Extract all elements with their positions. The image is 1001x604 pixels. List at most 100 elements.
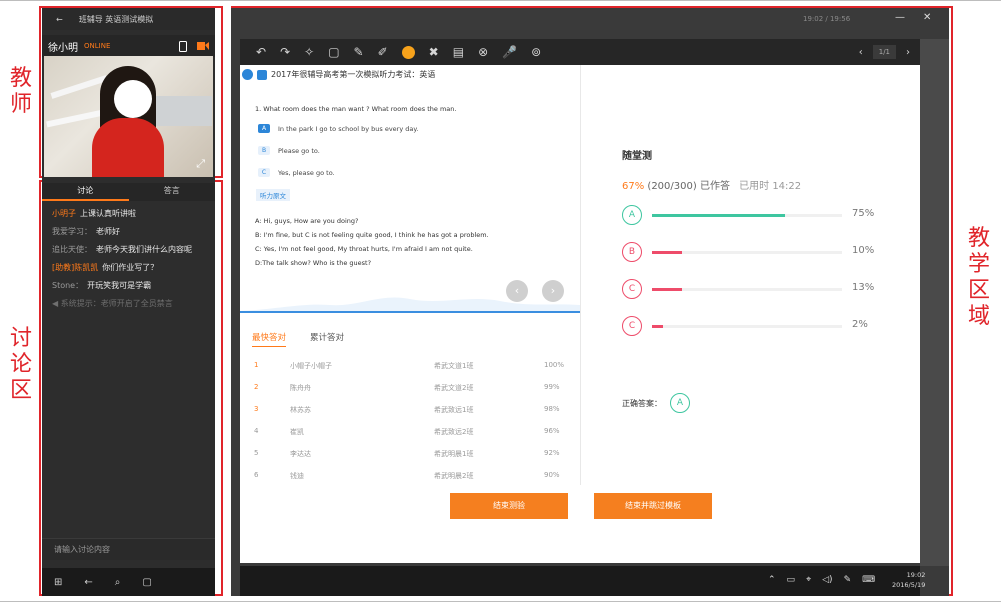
question-text: 1. What room does the man want ? What ro… [255,105,457,113]
left-panel: ← 班辅导 英语测试模拟 徐小明 ONLINE ⤢ 讨论 答言 小明子 上课认真听… [42,8,215,596]
answer-percent: 10% [852,245,875,256]
audio-progress[interactable] [240,311,580,313]
shape-icon[interactable]: ▢ [328,45,339,59]
left-title-bar: ← 班辅导 英语测试模拟 [42,8,215,30]
answer-bar-row: A 75% [622,205,882,227]
keyboard-icon[interactable]: ⌨ [862,575,875,585]
bottom-rule [0,601,1001,602]
system-message: ◀ 系统提示：老师开启了全员禁言 [52,299,173,308]
face-mask [114,80,152,118]
document-icon[interactable]: ▤ [453,45,464,59]
top-rule [0,0,1001,1]
answer-bar-row: B 10% [622,242,882,264]
quiz-title: 随堂测 [622,151,652,162]
pen-tray-icon[interactable]: ✎ [844,575,852,585]
chat-message: Stone： 开玩笑我可是学霸 [52,281,152,290]
answer-letter: B [622,242,642,262]
right-taskbar: ⌃ ▭ ⌖ ◁) ✎ ⌨ 19:02 2016/5/19 [240,566,925,596]
highlighter-icon[interactable]: ✐ [378,45,388,59]
clear-icon[interactable]: ⊗ [478,45,488,59]
answer-bar-fill [652,251,683,254]
whiteboard-toolbar: ↶ ↷ ✧ ▢ ✎ ✐ ✖ ▤ ⊗ 🎤 ⊚ ‹ 1/1 › [240,39,920,65]
battery-icon[interactable]: ▭ [787,575,796,585]
correct-answer-label: 正确答案： [622,398,662,408]
teacher-video[interactable]: ⤢ [44,56,213,177]
answer-letter: C [622,316,642,336]
play-icon[interactable] [242,69,253,80]
minimize-button[interactable]: — [895,12,905,23]
answer-bar-track [652,214,842,217]
volume-icon[interactable]: ◁) [822,575,832,585]
expand-icon[interactable]: ⤢ [196,157,205,171]
option-a[interactable]: A In the park I go to school by bus every… [258,124,418,133]
tray-up-icon[interactable]: ⌃ [768,575,776,585]
annotation-teaching: 教 学 区 域 [967,226,990,329]
teacher-badge: ONLINE [84,42,111,50]
option-c[interactable]: C Yes, please go to. [258,168,335,177]
back-icon[interactable]: ← [56,15,63,24]
session-time: 19:02 / 19:56 [803,15,851,23]
answer-bar-fill [652,288,683,291]
tab-fastest[interactable]: 最快答对 [252,331,287,347]
phone-icon[interactable] [179,40,187,52]
question-header: 2017年很辅导高考第一次模拟听力考试：英语 [242,69,435,80]
back-arrow-icon[interactable]: ← [84,577,92,588]
headphone-icon [257,69,267,80]
chat-input[interactable]: 请输入讨论内容 [42,538,215,560]
option-b[interactable]: B Please go to. [258,146,320,155]
page-indicator: 1/1 [872,45,896,59]
answer-bar-track [652,251,842,254]
teacher-bar: 徐小明 ONLINE [42,35,215,57]
page-prev-button[interactable]: ‹ [859,47,863,58]
end-and-skip-button[interactable]: 结束并跳过模板 [594,493,712,519]
chat-tabs: 讨论 答言 [42,183,215,201]
transcript-tag: 听力原文 [256,189,290,201]
tab-discussion[interactable]: 讨论 [42,183,129,201]
right-title-bar: 19:02 / 19:56 — ✕ [231,8,949,30]
close-button[interactable]: ✕ [923,12,931,23]
task-view-icon[interactable]: ▢ [142,577,151,588]
correct-answer: 正确答案： A [622,393,690,413]
system-clock: 19:02 2016/5/19 [892,571,926,589]
answer-percent: 75% [852,208,875,219]
microphone-icon[interactable]: 🎤 [502,45,517,59]
windows-icon[interactable]: ⊞ [54,577,62,588]
course-title: 班辅导 英语测试模拟 [78,14,154,24]
redo-icon[interactable]: ↷ [280,45,290,59]
answer-percent: 13% [852,282,875,293]
rank-row: 3 林苏苏 希武致远1班 98% [254,405,560,414]
rank-row: 5 李达达 希武明晨1班 92% [254,449,560,458]
end-quiz-button[interactable]: 结束测验 [450,493,568,519]
select-icon[interactable]: ✧ [304,45,314,59]
transcript-line: B: I'm fine, but C is not feeling quite … [255,231,489,239]
side-gutter [920,39,949,566]
target-icon[interactable]: ⊚ [531,45,541,59]
undo-icon[interactable]: ↶ [256,45,266,59]
answer-bar-track [652,288,842,291]
chat-message: 小明子 上课认真听讲啦 [52,209,136,218]
rank-row: 4 崔凯 希武致远2班 96% [254,427,560,436]
pen-icon[interactable]: ✎ [354,45,364,59]
question-prev-button[interactable]: ‹ [506,280,528,302]
chat-messages: 小明子 上课认真听讲啦 我爱学习： 老师好 追比天使： 老师今天我们讲什么内容呢 [助… [52,208,208,316]
answer-bar-row: C 13% [622,279,882,301]
page-next-button[interactable]: › [906,47,910,58]
answer-bar-track [652,325,842,328]
quiz-percent: 67% [622,181,645,192]
transcript-line: A: Hi, guys, How are you doing? [255,217,359,225]
rank-row: 6 钱迪 希武明晨2班 90% [254,471,560,480]
network-icon[interactable]: ⌖ [806,575,811,585]
transcript-line: C: Yes, I'm not feel good, My throat hur… [255,245,473,253]
question-next-button[interactable]: › [542,280,564,302]
color-picker[interactable] [401,45,415,59]
audio-waveform [240,297,580,313]
tab-answer[interactable]: 答言 [129,183,216,201]
eraser-icon[interactable]: ✖ [429,45,439,59]
whiteboard-canvas[interactable]: 2017年很辅导高考第一次模拟听力考试：英语 1. What room does… [240,65,920,563]
camera-icon[interactable] [197,41,209,51]
tab-cumulative[interactable]: 累计答对 [310,331,344,347]
transcript-line: D:The talk show? Who is the guest? [255,259,372,267]
quiz-time-used: 已用时 14:22 [739,181,802,192]
search-icon[interactable]: ⌕ [115,577,121,588]
correct-answer-letter: A [670,393,690,413]
